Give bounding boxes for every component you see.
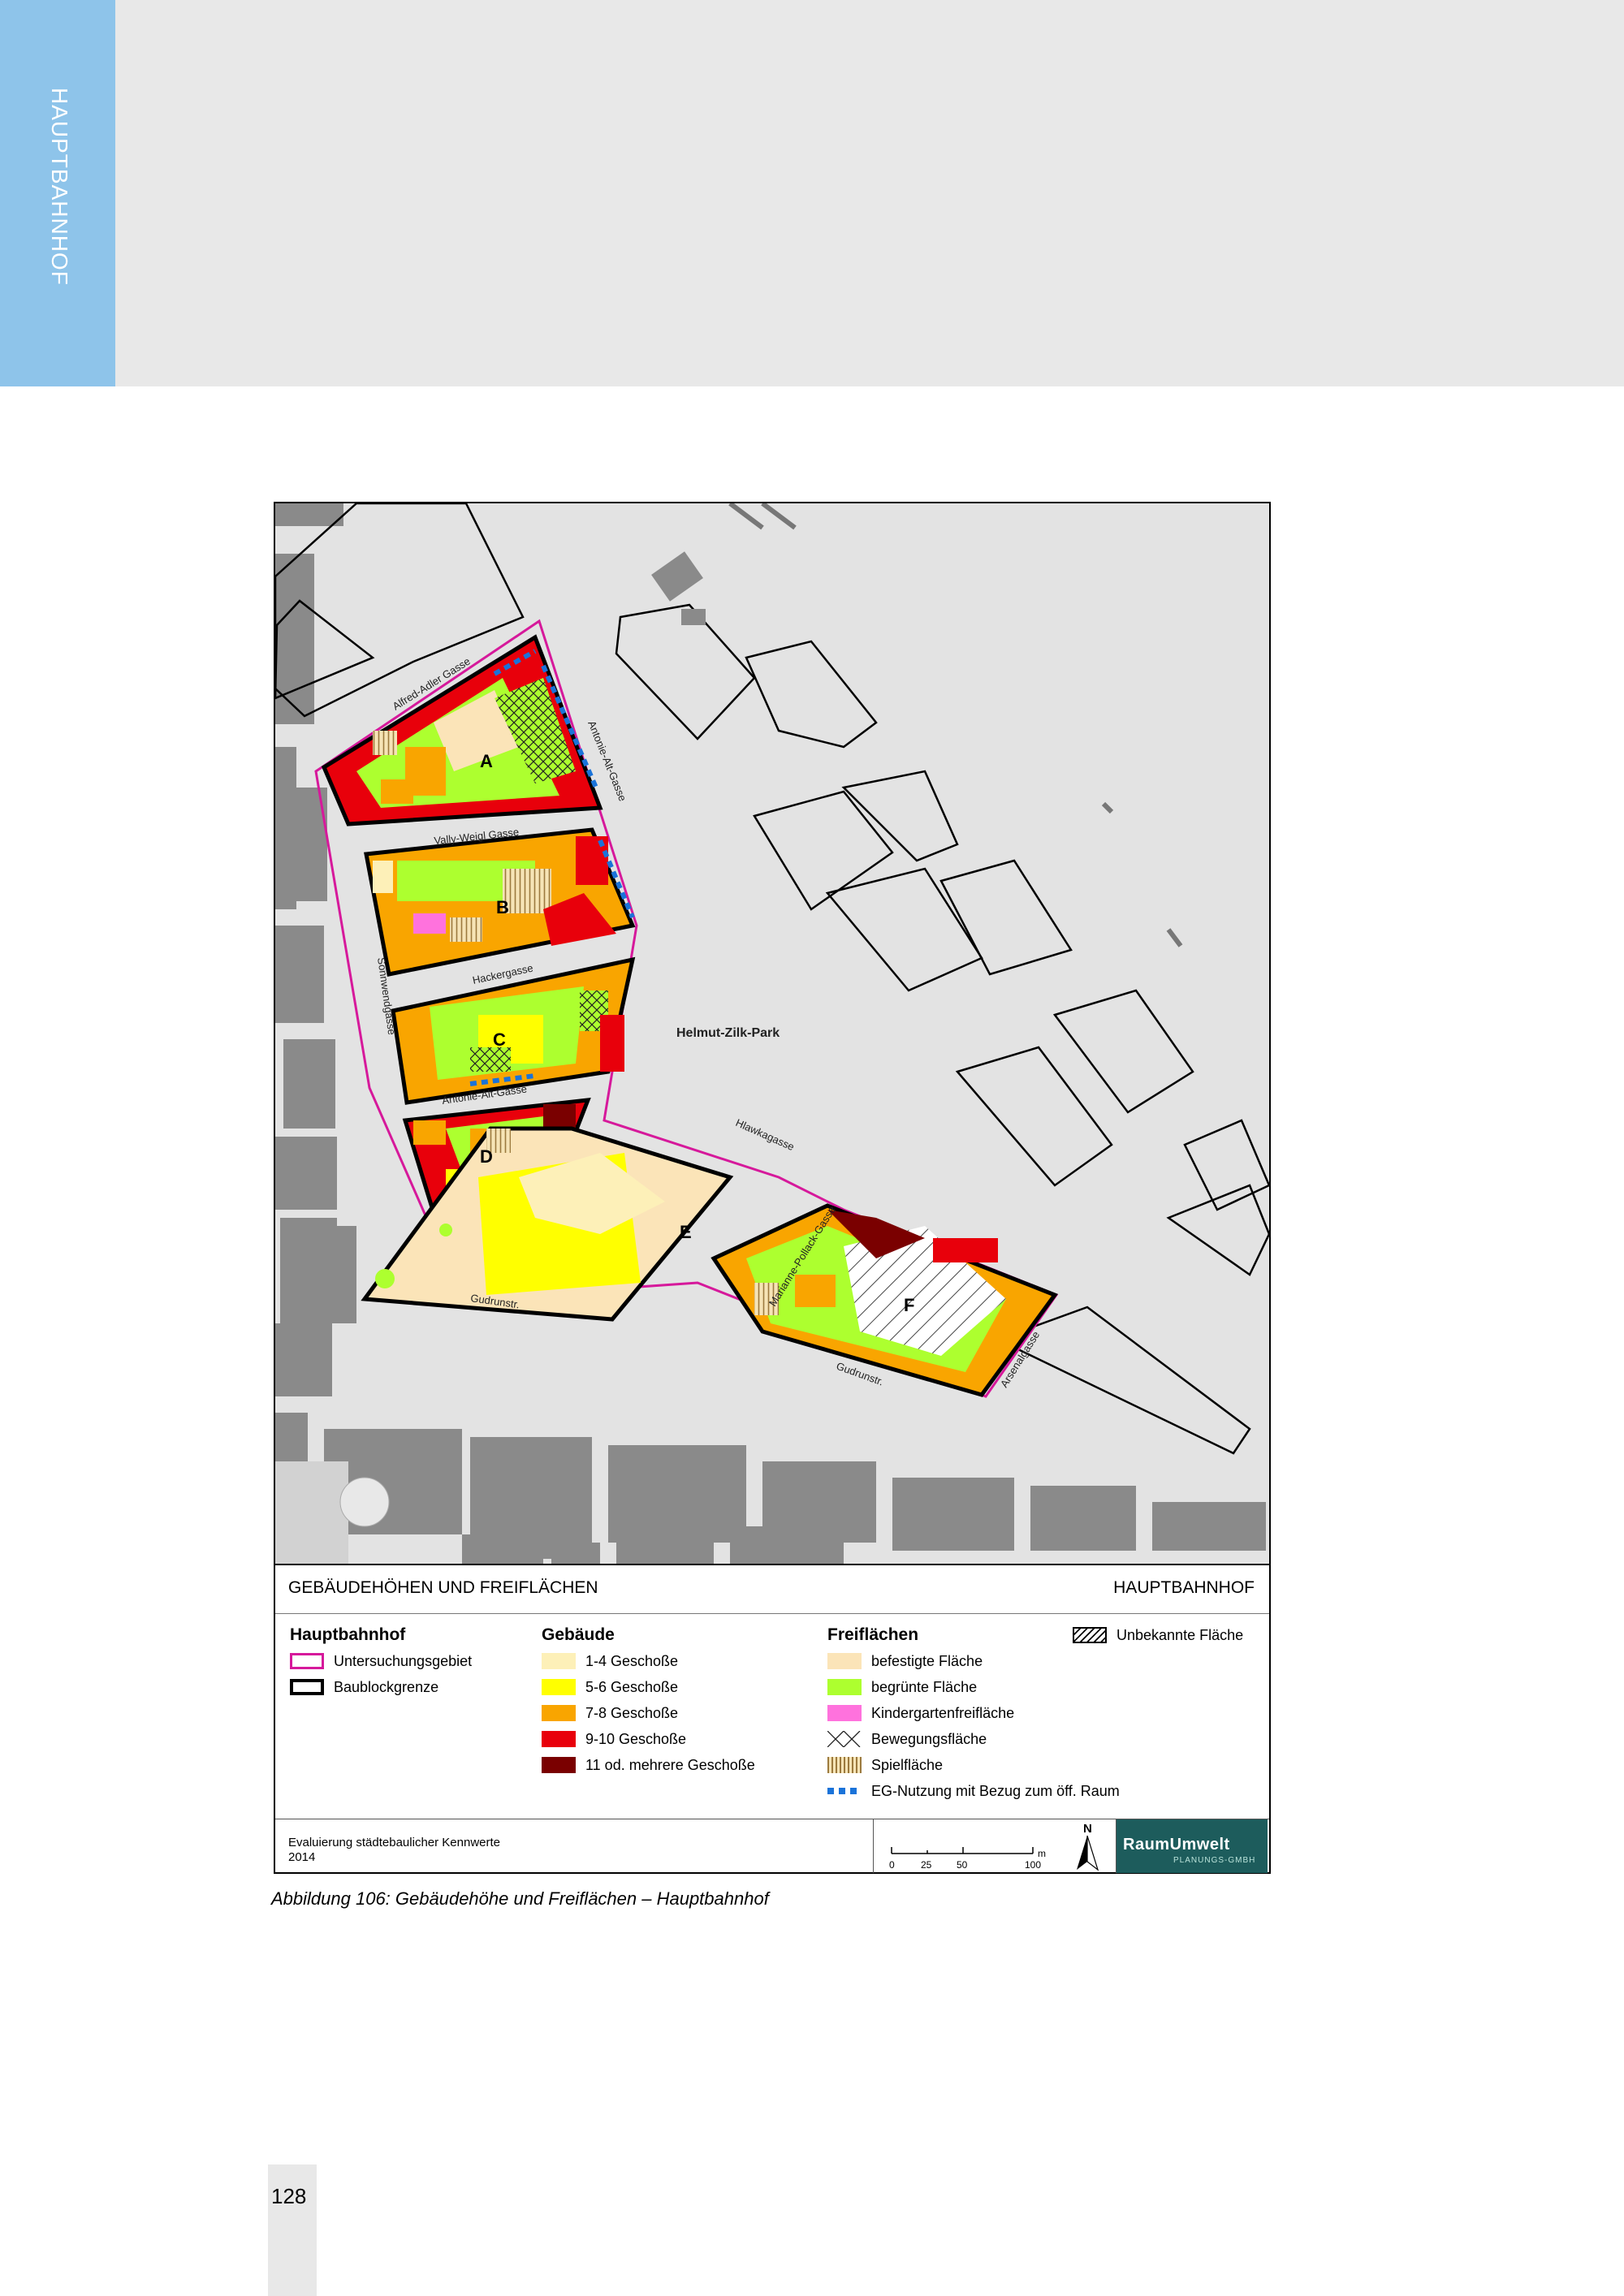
legend-item-floors-9-10: 9-10 Geschoße [542, 1729, 686, 1749]
footer-project: Evaluierung städtebaulicher Kennwerte 20… [288, 1836, 500, 1865]
page-number: 128 [271, 2184, 307, 2208]
play-area-swatch [827, 1757, 862, 1773]
block-boundary-swatch [290, 1679, 324, 1695]
legend-item-kindergarten: Kindergartenfreifläche [827, 1703, 1014, 1723]
legend-item-floors-1-4: 1-4 Geschoße [542, 1651, 678, 1671]
study-area-swatch [290, 1653, 324, 1669]
kindergarten-swatch [827, 1705, 862, 1721]
eg-usage-swatch [827, 1788, 862, 1794]
legend-item-floors-5-6: 5-6 Geschoße [542, 1677, 678, 1697]
floors-1-4-swatch [542, 1653, 576, 1669]
block-label-c: C [493, 1029, 506, 1050]
legend-item-block-boundary: Baublockgrenze [290, 1677, 438, 1697]
footer-line-2: 2014 [288, 1850, 316, 1864]
legend-item-eg-usage: EG-Nutzung mit Bezug zum öff. Raum [827, 1781, 1120, 1801]
scale-label-100: 100 [1025, 1859, 1041, 1871]
floors-9-10-swatch [542, 1731, 576, 1747]
block-label-f: F [904, 1295, 914, 1315]
figure-caption: Abbildung 106: Gebäudehöhe und Freifläch… [271, 1888, 769, 1909]
chapter-tab-label: HAUPTBAHNHOF [47, 88, 72, 286]
legend-heading-freiflaechen: Freiflächen [827, 1625, 919, 1644]
park-label: Helmut-Zilk-Park [676, 1026, 780, 1040]
legend-item-play-area: Spielfläche [827, 1755, 943, 1775]
green-swatch [827, 1679, 862, 1695]
movement-area-swatch [827, 1731, 862, 1747]
map-canvas: A B C D E F Alfred-Adler Gasse Antonie-A… [275, 503, 1269, 1564]
scale-bar: 0 25 50 100 m N [889, 1822, 1099, 1871]
floors-5-6-swatch [542, 1679, 576, 1695]
map-area-name: HAUPTBAHNHOF [1113, 1578, 1255, 1597]
street-hlawkagasse: Hlawkagasse [734, 1116, 797, 1153]
paved-swatch [827, 1653, 862, 1669]
map-svg: A B C D E F Alfred-Adler Gasse Antonie-A… [275, 503, 1269, 1564]
legend-heading-gebaeude: Gebäude [542, 1625, 615, 1644]
figure-footer: Evaluierung städtebaulicher Kennwerte 20… [275, 1819, 1269, 1873]
scale-label-25: 25 [921, 1859, 932, 1871]
legend-item-movement-area: Bewegungsfläche [827, 1729, 987, 1749]
north-label: N [1083, 1822, 1092, 1836]
scale-label-0: 0 [889, 1859, 895, 1871]
block-label-b: B [496, 897, 509, 917]
block-c [391, 956, 636, 1105]
legend-heading-hauptbahnhof: Hauptbahnhof [290, 1625, 406, 1644]
header-band [0, 0, 1624, 386]
raumumwelt-logo: RaumUmwelt PLANUNGS-GMBH [1116, 1819, 1268, 1873]
legend-item-green: begrünte Fläche [827, 1677, 977, 1697]
scale-unit: m [1038, 1848, 1046, 1859]
unknown-area-swatch [1073, 1627, 1107, 1643]
legend-item-unknown-area: Unbekannte Fläche [1073, 1625, 1243, 1645]
map-title: GEBÄUDEHÖHEN UND FREIFLÄCHEN [288, 1578, 598, 1597]
floors-11-plus-swatch [542, 1757, 576, 1773]
legend-item-floors-7-8: 7-8 Geschoße [542, 1703, 678, 1723]
legend-item-study-area: Untersuchungsgebiet [290, 1651, 472, 1671]
legend-item-paved: befestigte Fläche [827, 1651, 983, 1671]
block-label-a: A [480, 751, 493, 771]
floors-7-8-swatch [542, 1705, 576, 1721]
block-label-e: E [680, 1222, 692, 1242]
north-arrow-icon [1077, 1836, 1087, 1870]
block-label-d: D [480, 1146, 493, 1167]
legend: Hauptbahnhof Untersuchungsgebiet Baubloc… [275, 1614, 1269, 1833]
map-figure: A B C D E F Alfred-Adler Gasse Antonie-A… [274, 502, 1271, 1874]
block-f [710, 1203, 1058, 1397]
map-title-row: GEBÄUDEHÖHEN UND FREIFLÄCHEN HAUPTBAHNHO… [275, 1564, 1269, 1614]
scale-and-north: 0 25 50 100 m N [873, 1819, 1116, 1873]
scale-label-50: 50 [957, 1859, 968, 1871]
legend-item-floors-11-plus: 11 od. mehrere Geschoße [542, 1755, 755, 1775]
chapter-tab: HAUPTBAHNHOF [0, 0, 115, 386]
footer-line-1: Evaluierung städtebaulicher Kennwerte [288, 1836, 500, 1849]
